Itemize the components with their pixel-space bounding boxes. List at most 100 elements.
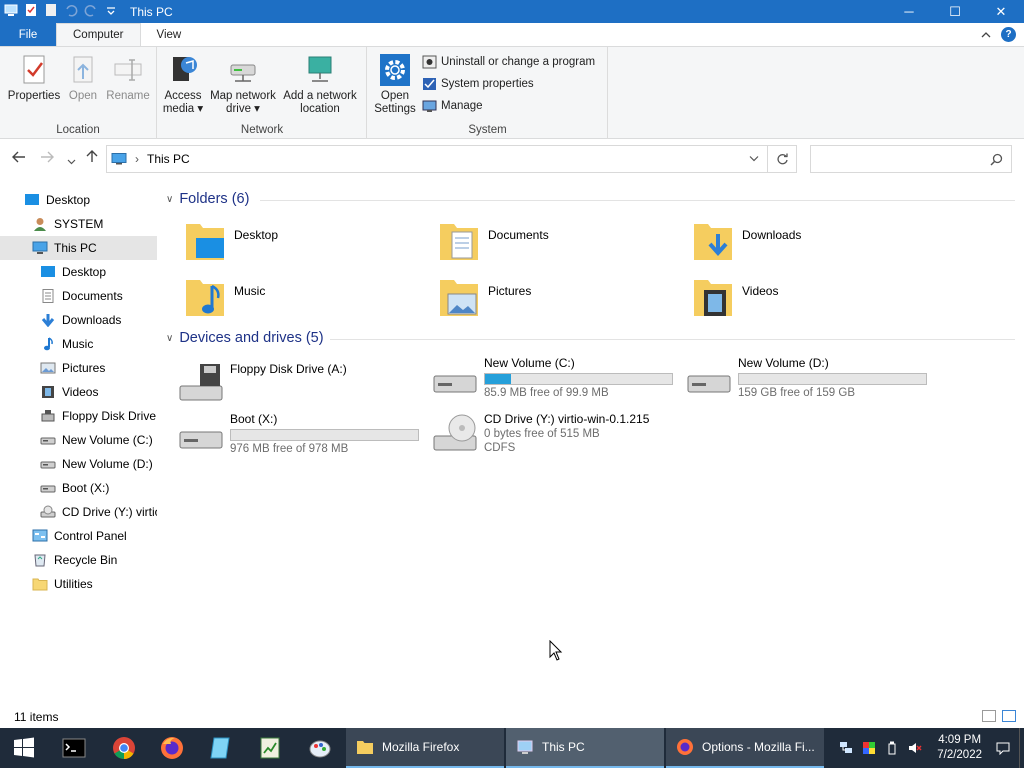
color-settings-icon[interactable] (862, 741, 876, 755)
search-input[interactable] (810, 145, 1012, 173)
nav-item-drive-y[interactable]: CD Drive (Y:) virtio (0, 500, 157, 524)
folder-tile-pictures[interactable]: Pictures (436, 276, 531, 320)
rename-icon (114, 59, 142, 81)
terminal-icon[interactable] (62, 736, 86, 760)
nav-item-this-pc[interactable]: This PC (0, 236, 157, 260)
nav-item-desktop-root[interactable]: Desktop (0, 188, 157, 212)
taskbar-window-this-pc[interactable]: This PC (506, 728, 664, 768)
nav-item-videos[interactable]: Videos (0, 380, 157, 404)
map-network-drive-button[interactable]: Map network drive ▾ (208, 53, 278, 116)
back-button[interactable] (12, 150, 26, 166)
tab-file[interactable]: File (0, 23, 56, 46)
ribbon-tabs: File Computer View ? (0, 23, 1024, 47)
nav-item-drive-c[interactable]: New Volume (C:) (0, 428, 157, 452)
access-media-button[interactable]: Access media ▾ (160, 53, 206, 116)
large-icons-view-button[interactable] (1002, 710, 1016, 722)
documents-folder-icon (440, 224, 478, 260)
rename-button[interactable]: Rename (104, 53, 152, 103)
forward-button[interactable] (40, 150, 54, 166)
chevron-down-icon: ∨ (166, 193, 174, 205)
notification-icon[interactable] (996, 741, 1010, 755)
nav-item-drive-d[interactable]: New Volume (D:) (0, 452, 157, 476)
windows-start-icon[interactable] (12, 736, 36, 760)
nav-item-recycle-bin[interactable]: Recycle Bin (0, 548, 157, 572)
search-icon (990, 153, 1003, 166)
manage-button[interactable]: Manage (422, 99, 483, 113)
folder-tile-music[interactable]: Music (182, 276, 265, 320)
downloads-folder-icon (694, 224, 732, 260)
undo-icon[interactable] (64, 3, 78, 20)
nav-item-documents[interactable]: Documents (0, 284, 157, 308)
system-properties-button[interactable]: System properties (422, 77, 534, 91)
nav-item-downloads[interactable]: Downloads (0, 308, 157, 332)
nav-item-pictures[interactable]: Pictures (0, 356, 157, 380)
videos-icon (42, 386, 54, 398)
nav-item-drive-x[interactable]: Boot (X:) (0, 476, 157, 500)
arrow-up-icon (86, 150, 98, 162)
show-desktop-button[interactable] (1019, 728, 1024, 768)
refresh-button[interactable] (767, 145, 797, 173)
open-settings-button[interactable]: Open Settings (372, 53, 418, 116)
folder-tile-videos[interactable]: Videos (690, 276, 778, 320)
close-button[interactable]: ✕ (978, 0, 1024, 23)
up-button[interactable] (86, 150, 98, 166)
breadcrumb-separator[interactable]: › (135, 152, 139, 166)
taskbar-window-mozilla-firefox[interactable]: Mozilla Firefox (346, 728, 504, 768)
hard-drive-icon (687, 375, 731, 393)
qat-dropdown-icon[interactable] (104, 3, 118, 20)
notepad-icon[interactable] (209, 736, 233, 760)
address-bar[interactable]: › This PC (106, 145, 768, 173)
chevron-up-icon[interactable] (981, 28, 991, 42)
paint-icon[interactable] (308, 736, 332, 760)
taskbar-window-options-firefox[interactable]: Options - Mozilla Fi... (666, 728, 824, 768)
redo-icon[interactable] (84, 3, 98, 20)
section-divider (260, 200, 1015, 201)
new-folder-qat-icon[interactable] (44, 3, 58, 20)
drive-tile-d[interactable]: New Volume (D:) 159 GB free of 159 GB (686, 356, 927, 400)
details-view-button[interactable] (982, 710, 996, 722)
tab-view[interactable]: View (141, 23, 198, 46)
taskbar-clock[interactable]: 4:09 PM 7/2/2022 (937, 733, 982, 763)
usb-device-icon[interactable] (885, 741, 899, 755)
nav-item-desktop[interactable]: Desktop (0, 260, 157, 284)
refresh-icon (776, 153, 788, 164)
firefox-icon[interactable] (160, 736, 184, 760)
address-history-button[interactable] (749, 154, 759, 165)
tab-computer[interactable]: Computer (56, 23, 141, 46)
uninstall-program-button[interactable]: Uninstall or change a program (422, 55, 595, 69)
open-icon (73, 56, 93, 83)
properties-qat-icon[interactable] (24, 3, 38, 20)
firefox-icon (677, 739, 693, 755)
folders-section-header[interactable]: ∨ Folders (6) (166, 191, 249, 207)
taskbar: Mozilla Firefox This PC Options - Mozill… (0, 728, 1024, 768)
folder-tile-desktop[interactable]: Desktop (182, 220, 278, 264)
drives-section-header[interactable]: ∨ Devices and drives (5) (166, 330, 324, 346)
system-properties-icon (423, 78, 436, 90)
folder-tile-documents[interactable]: Documents (436, 220, 549, 264)
network-group: Access media ▾ Map network drive ▾ Add a… (158, 47, 367, 139)
drive-tile-y[interactable]: CD Drive (Y:) virtio-win-0.1.215 0 bytes… (432, 412, 649, 456)
drive-tile-x[interactable]: Boot (X:) 976 MB free of 978 MB (178, 412, 419, 456)
nav-item-utilities[interactable]: Utilities (0, 572, 157, 596)
volume-muted-icon[interactable] (908, 741, 922, 755)
help-icon[interactable]: ? (1001, 27, 1016, 42)
drive-usage-bar (484, 373, 673, 385)
nav-item-floppy[interactable]: Floppy Disk Drive (0, 404, 157, 428)
nav-item-system-user[interactable]: SYSTEM (0, 212, 157, 236)
minimize-button[interactable]: ─ (886, 0, 932, 23)
maximize-button[interactable]: ☐ (932, 0, 978, 23)
breadcrumb-this-pc[interactable]: This PC (147, 152, 190, 166)
nav-item-control-panel[interactable]: Control Panel (0, 524, 157, 548)
chart-app-icon[interactable] (258, 736, 282, 760)
properties-button[interactable]: Properties (6, 53, 62, 103)
network-icon[interactable] (839, 741, 853, 755)
drive-tile-c[interactable]: New Volume (C:) 85.9 MB free of 99.9 MB (432, 356, 673, 400)
pc-icon (4, 3, 18, 20)
drive-tile-floppy-a[interactable]: Floppy Disk Drive (A:) (178, 362, 347, 406)
nav-item-music[interactable]: Music (0, 332, 157, 356)
open-button[interactable]: Open (64, 53, 102, 103)
folder-tile-downloads[interactable]: Downloads (690, 220, 801, 264)
chrome-icon[interactable] (112, 736, 136, 760)
add-network-location-button[interactable]: Add a network location (280, 53, 360, 116)
recent-locations-button[interactable] (67, 152, 76, 168)
